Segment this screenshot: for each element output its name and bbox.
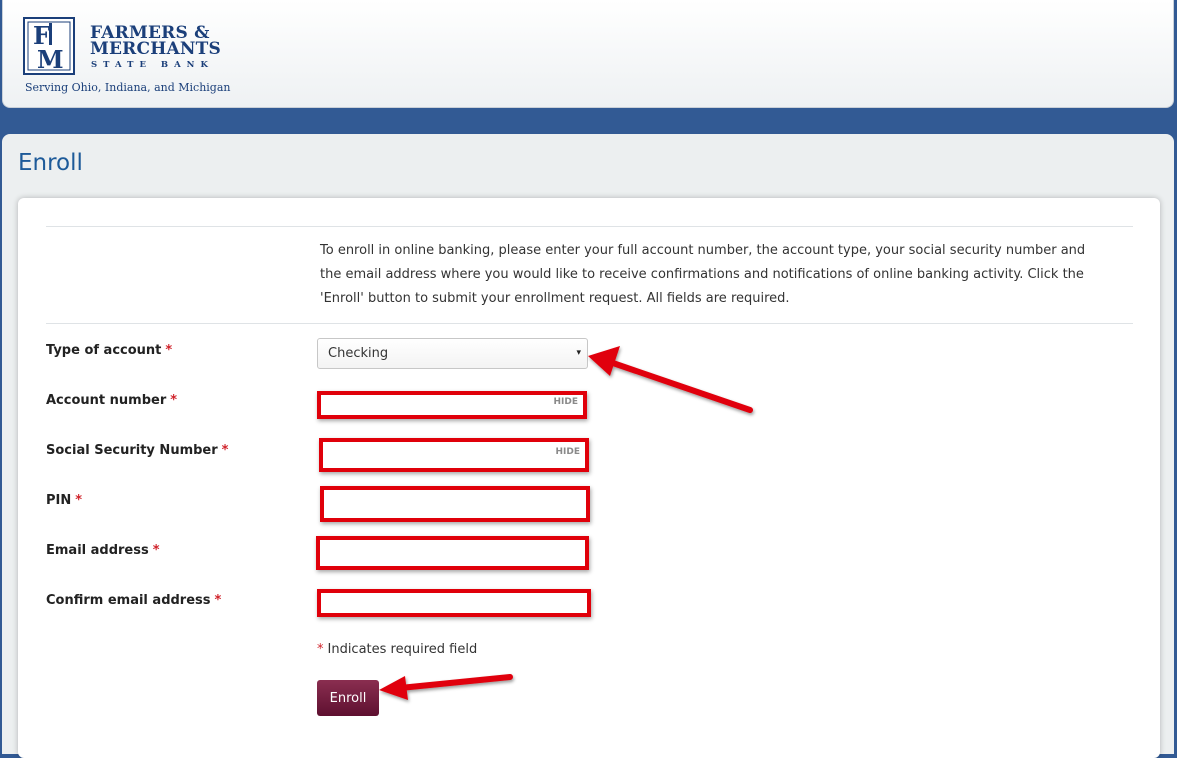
pin-label: PIN * xyxy=(46,493,83,508)
enroll-button[interactable]: Enroll xyxy=(317,680,379,716)
required-marker: * xyxy=(170,393,178,408)
account-number-label: Account number * xyxy=(46,393,178,408)
fm-logo-icon[interactable]: F M xyxy=(23,17,75,75)
required-marker: * xyxy=(165,343,173,358)
pin-input[interactable] xyxy=(320,486,590,522)
intro-text: To enroll in online banking, please ente… xyxy=(320,243,1086,306)
site-header: F M FARMERS & MERCHANTS STATE BANK Servi… xyxy=(2,0,1174,108)
enroll-form: To enroll in online banking, please ente… xyxy=(18,198,1160,758)
page-title: Enroll xyxy=(18,150,83,176)
ssn-label: Social Security Number * xyxy=(46,443,229,458)
required-marker: * xyxy=(152,543,160,558)
required-marker: * xyxy=(317,642,324,657)
chevron-down-icon: ▾ xyxy=(576,348,581,358)
type-of-account-label: Type of account * xyxy=(46,343,173,358)
ssn-input[interactable]: HIDE xyxy=(319,438,589,472)
bank-name-line2: MERCHANTS xyxy=(90,39,221,59)
confirm-email-label: Confirm email address * xyxy=(46,593,222,608)
bank-name: FARMERS & MERCHANTS xyxy=(90,25,221,59)
tagline: Serving Ohio, Indiana, and Michigan xyxy=(25,81,231,94)
main-panel: Enroll To enroll in online banking, plea… xyxy=(2,134,1174,758)
account-number-input[interactable]: HIDE xyxy=(317,391,587,419)
required-field-note: * Indicates required field xyxy=(317,642,478,657)
account-type-select[interactable]: Checking ▾ xyxy=(317,338,588,369)
confirm-email-input[interactable] xyxy=(317,589,591,617)
account-type-value: Checking xyxy=(328,346,389,361)
bank-name-line3: STATE BANK xyxy=(91,60,214,70)
required-marker: * xyxy=(75,493,83,508)
svg-text:M: M xyxy=(37,45,64,74)
email-label: Email address * xyxy=(46,543,160,558)
email-input[interactable] xyxy=(316,536,589,570)
hide-ssn-toggle[interactable]: HIDE xyxy=(556,447,581,457)
divider xyxy=(46,323,1133,324)
divider xyxy=(46,226,1133,227)
required-marker: * xyxy=(221,443,229,458)
hide-account-number-toggle[interactable]: HIDE xyxy=(554,397,579,407)
required-marker: * xyxy=(214,593,222,608)
